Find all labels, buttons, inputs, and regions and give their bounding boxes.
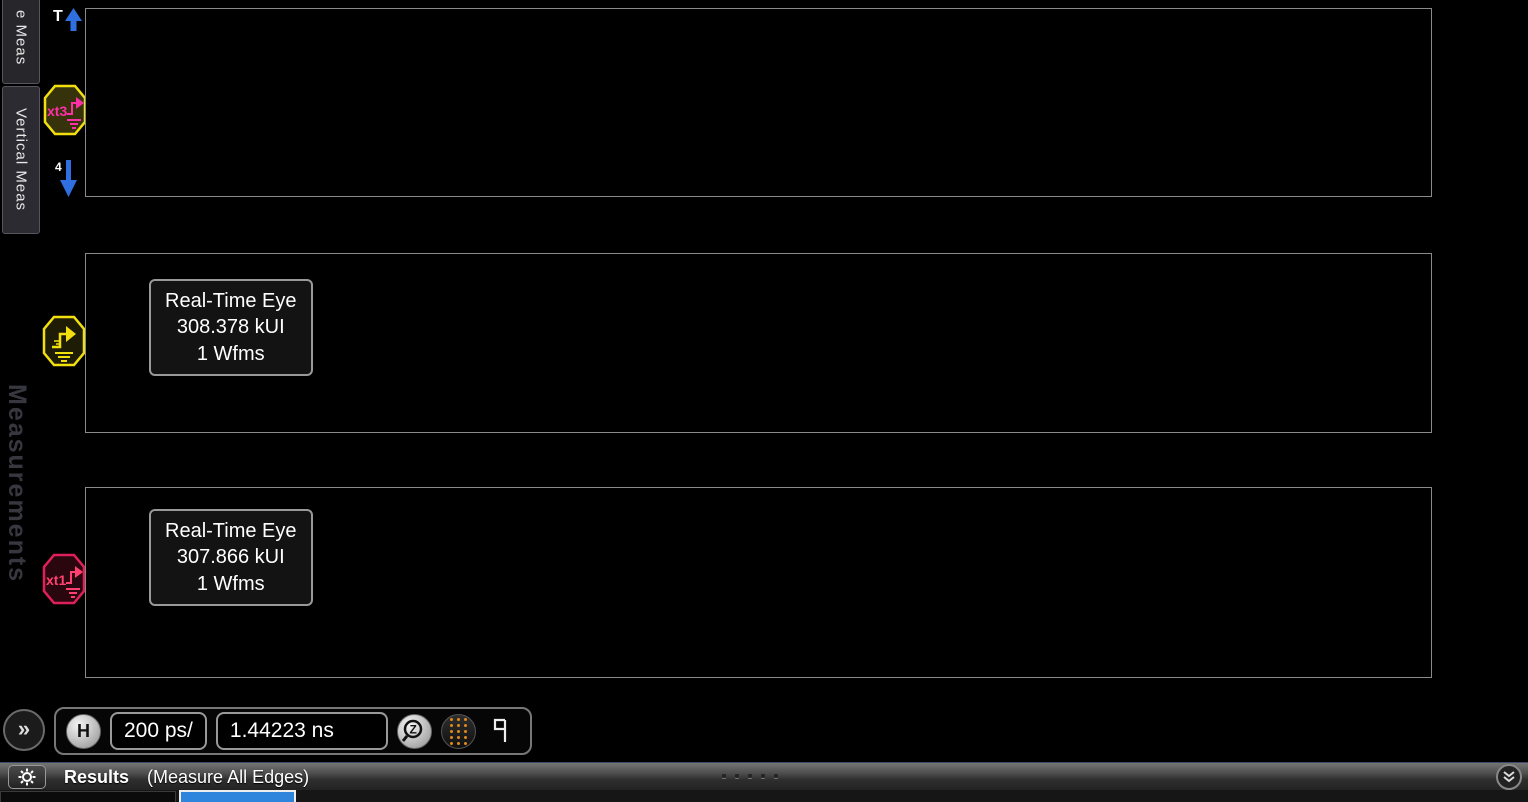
waveform-canvas[interactable] bbox=[86, 9, 1431, 196]
v-scale-bot bbox=[1434, 487, 1524, 676]
eye-info-title: Real-Time Eye bbox=[165, 518, 297, 544]
hscale-toolbar-row: » H 200 ps/ 1.44223 ns Z bbox=[0, 705, 1528, 760]
eye-info-title: Real-Time Eye bbox=[165, 288, 297, 314]
xt3-octagon-icon: xt3 bbox=[43, 84, 87, 136]
trigger-up-arrow-icon bbox=[65, 8, 82, 31]
eye-info-wfms: 1 Wfms bbox=[165, 341, 297, 367]
pin-toolbar-button[interactable] bbox=[491, 717, 511, 745]
time-axis-bot bbox=[85, 676, 1430, 705]
horizontal-position-input[interactable]: 1.44223 ns bbox=[216, 712, 388, 750]
results-settings-button[interactable] bbox=[8, 765, 46, 789]
chevron-right-icon: » bbox=[18, 716, 30, 742]
tab-label: Vertical Meas bbox=[13, 108, 30, 211]
time-axis-mid bbox=[85, 431, 1430, 487]
results-table-cell-selected[interactable] bbox=[179, 790, 296, 802]
timebase-scale-value: 200 ps/ bbox=[124, 719, 193, 743]
sidebar-tab-vertical-meas[interactable]: Vertical Meas bbox=[2, 86, 40, 234]
timebase-scale-input[interactable]: 200 ps/ bbox=[110, 712, 207, 750]
collapse-results-button[interactable] bbox=[1496, 764, 1522, 790]
gear-icon bbox=[18, 768, 36, 786]
dots-column bbox=[464, 718, 467, 745]
dots-column bbox=[457, 718, 460, 745]
v-scale-top bbox=[1434, 8, 1524, 195]
eye-panel-crosstalk1[interactable]: Real-Time Eye 307.866 kUI 1 Wfms bbox=[85, 487, 1432, 678]
svg-text:xt3: xt3 bbox=[47, 103, 67, 119]
eye-info-ui-count: 308.378 kUI bbox=[165, 314, 297, 340]
channel4-offscreen-marker[interactable]: 4 bbox=[55, 158, 79, 198]
eye-info-box: Real-Time Eye 308.378 kUI 1 Wfms bbox=[149, 279, 313, 376]
eye-info-ui-count: 307.866 kUI bbox=[165, 544, 297, 570]
dots-column bbox=[450, 718, 453, 745]
results-label: Results bbox=[64, 767, 129, 788]
measurements-watermark: Measurements bbox=[2, 384, 31, 583]
trigger-label: T bbox=[53, 8, 63, 26]
trigger-marker[interactable]: T bbox=[53, 8, 82, 31]
xt3-source-badge[interactable]: xt3 bbox=[43, 84, 87, 136]
results-table-cell[interactable] bbox=[0, 791, 176, 802]
xt1-source-badge[interactable]: xt1 bbox=[42, 553, 86, 605]
eye-panel-ch3[interactable]: Real-Time Eye 308.378 kUI 1 Wfms bbox=[85, 253, 1432, 433]
tab-label: e Meas bbox=[13, 10, 30, 65]
horizontal-position-value: 1.44223 ns bbox=[230, 719, 334, 743]
hscale-toolbar: H 200 ps/ 1.44223 ns Z bbox=[54, 707, 532, 755]
magnifier-z-icon: Z bbox=[401, 718, 427, 744]
channel4-down-arrow-icon: 4 bbox=[55, 158, 79, 198]
eye-source-octagon-icon bbox=[42, 315, 86, 367]
time-axis-top bbox=[85, 195, 1430, 251]
toolbar-collapse-button[interactable]: » bbox=[3, 709, 45, 751]
eye-source-badge-ch3[interactable] bbox=[42, 315, 86, 367]
svg-text:4: 4 bbox=[55, 160, 62, 174]
statusbar-grip-handle[interactable] bbox=[722, 774, 778, 778]
pin-icon bbox=[491, 717, 511, 745]
svg-text:Z: Z bbox=[410, 723, 417, 737]
oscilloscope-screen: e Meas Vertical Meas Measurements T xt3 … bbox=[0, 0, 1528, 802]
v-scale-mid bbox=[1434, 253, 1524, 431]
waveform-panel[interactable] bbox=[85, 8, 1432, 197]
results-status-bar: Results (Measure All Edges) bbox=[0, 762, 1528, 791]
sidebar-tab-edge-meas[interactable]: e Meas bbox=[2, 0, 40, 84]
results-table-peek bbox=[0, 790, 1528, 802]
measure-mode-label: (Measure All Edges) bbox=[147, 767, 309, 788]
eye-info-wfms: 1 Wfms bbox=[165, 571, 297, 597]
svg-text:xt1: xt1 bbox=[46, 572, 66, 588]
eye-info-box: Real-Time Eye 307.866 kUI 1 Wfms bbox=[149, 509, 313, 606]
zoom-button[interactable]: Z bbox=[397, 714, 432, 749]
xt1-octagon-icon: xt1 bbox=[42, 553, 86, 605]
grab-handle-button[interactable] bbox=[441, 714, 476, 749]
horizontal-menu-button[interactable]: H bbox=[66, 714, 101, 749]
h-label: H bbox=[77, 721, 90, 742]
double-chevron-down-icon bbox=[1502, 770, 1516, 784]
